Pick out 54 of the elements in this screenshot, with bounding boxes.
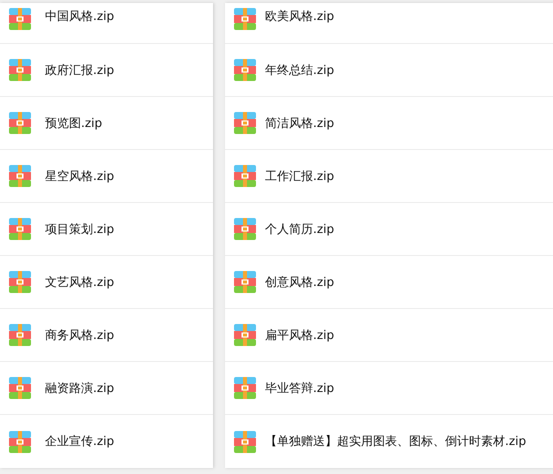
file-row[interactable]: 年终总结.zip	[225, 44, 553, 97]
file-row[interactable]: 个人简历.zip	[225, 203, 553, 256]
file-row[interactable]: 政府汇报.zip	[0, 44, 213, 97]
file-name: 预览图.zip	[45, 114, 102, 132]
file-row[interactable]: 星空风格.zip	[0, 150, 213, 203]
archive-icon	[234, 324, 256, 346]
file-row[interactable]: 文艺风格.zip	[0, 256, 213, 309]
file-name: 项目策划.zip	[45, 220, 114, 238]
file-name: 欧美风格.zip	[265, 8, 334, 25]
file-row[interactable]: 创意风格.zip	[225, 256, 553, 309]
archive-icon	[234, 377, 256, 399]
file-row[interactable]: 项目策划.zip	[0, 203, 213, 256]
archive-icon	[9, 59, 31, 81]
file-row[interactable]: 融资路演.zip	[0, 362, 213, 415]
file-row[interactable]: 简洁风格.zip	[225, 97, 553, 150]
file-row[interactable]: 商务风格.zip	[0, 309, 213, 362]
archive-icon	[9, 377, 31, 399]
archive-icon	[234, 165, 256, 187]
archive-icon	[9, 430, 31, 452]
archive-icon	[9, 112, 31, 134]
file-name: 文艺风格.zip	[45, 274, 114, 290]
file-row[interactable]: 毕业答辩.zip	[225, 362, 553, 415]
file-name: 简洁风格.zip	[265, 114, 334, 132]
archive-icon	[9, 324, 31, 346]
archive-icon	[234, 59, 256, 81]
file-row[interactable]: 工作汇报.zip	[225, 150, 553, 203]
file-row[interactable]: 中国风格.zip	[0, 3, 213, 44]
file-name: 扁平风格.zip	[265, 326, 334, 344]
file-name: 【单独赠送】超实用图表、图标、倒计时素材.zip	[265, 433, 526, 450]
file-row[interactable]: 欧美风格.zip	[225, 3, 553, 44]
archive-icon	[234, 218, 256, 240]
file-name: 企业宣传.zip	[45, 433, 114, 450]
archive-icon	[9, 8, 31, 30]
file-name: 创意风格.zip	[265, 274, 334, 290]
file-name: 中国风格.zip	[45, 8, 114, 25]
file-name: 星空风格.zip	[45, 168, 114, 184]
archive-icon	[234, 8, 256, 30]
file-name: 商务风格.zip	[45, 326, 114, 344]
file-name: 政府汇报.zip	[45, 62, 114, 78]
file-name: 毕业答辩.zip	[265, 380, 334, 396]
file-row[interactable]: 企业宣传.zip	[0, 415, 213, 468]
file-row[interactable]: 扁平风格.zip	[225, 309, 553, 362]
file-name: 年终总结.zip	[265, 62, 334, 78]
file-row[interactable]: 【单独赠送】超实用图表、图标、倒计时素材.zip	[225, 415, 553, 468]
archive-icon	[9, 165, 31, 187]
file-row[interactable]: 预览图.zip	[0, 97, 213, 150]
archive-icon	[9, 271, 31, 293]
archive-icon	[234, 112, 256, 134]
archive-icon	[9, 218, 31, 240]
file-name: 工作汇报.zip	[265, 168, 334, 184]
file-name: 融资路演.zip	[45, 380, 114, 396]
file-name: 个人简历.zip	[265, 220, 334, 238]
archive-icon	[234, 430, 256, 452]
archive-icon	[234, 271, 256, 293]
